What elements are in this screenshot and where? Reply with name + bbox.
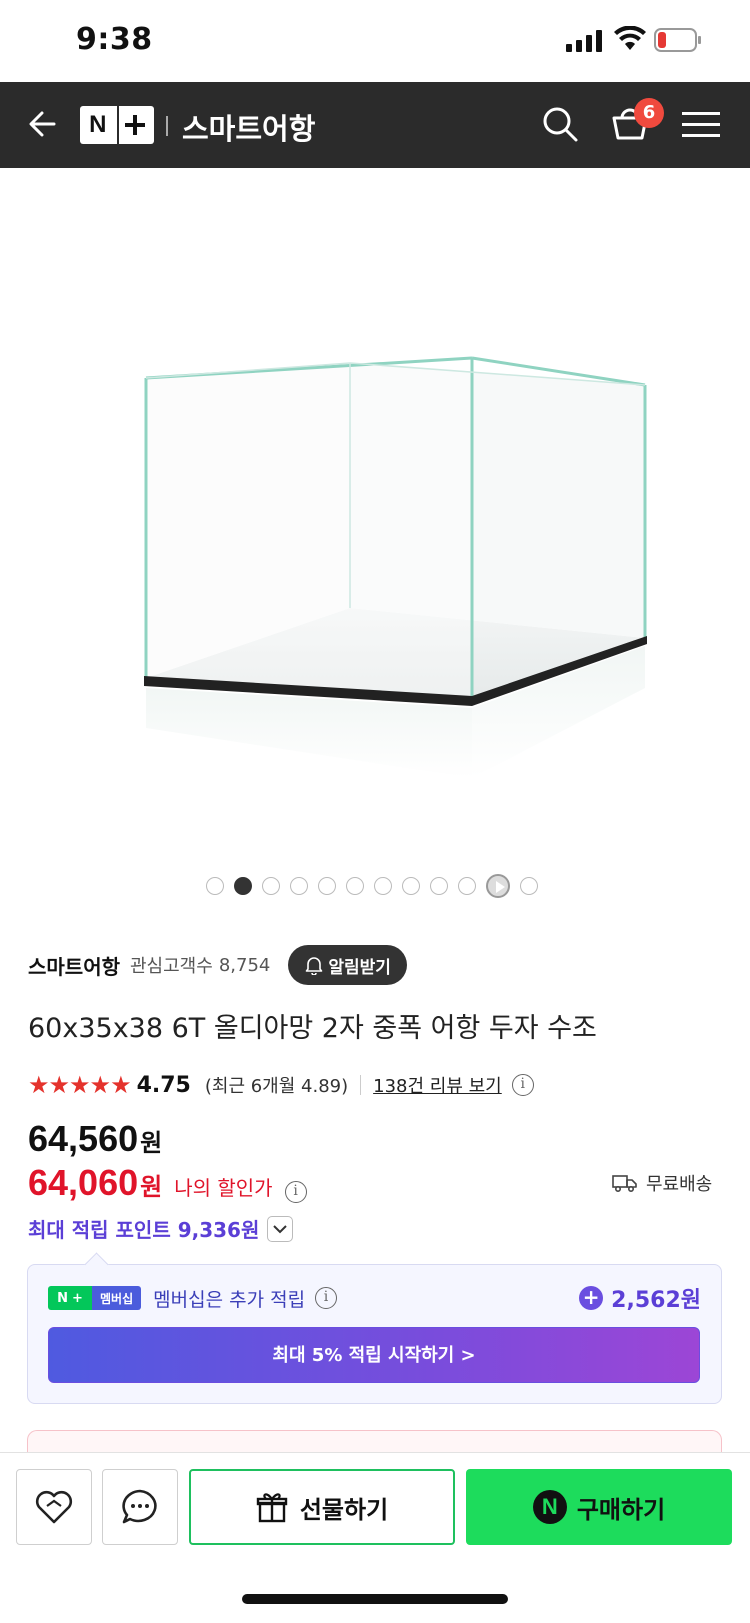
delivery-truck-icon [612, 1175, 637, 1193]
discounted-price: 64,060 원 나의 할인가 i [28, 1162, 307, 1204]
gift-button[interactable]: 선물하기 [189, 1469, 455, 1545]
logo-n: N [89, 111, 107, 138]
naver-plus-membership-badge: N + 멤버십 [48, 1286, 142, 1310]
header-store-name[interactable]: 스마트어항 [182, 106, 315, 148]
hamburger-menu-icon[interactable] [682, 110, 720, 140]
carousel-dot[interactable] [520, 877, 538, 895]
wishlist-button[interactable] [16, 1469, 92, 1545]
chevron-down-icon [273, 1224, 288, 1233]
status-bar: 9:38 [0, 0, 750, 82]
carousel-dot[interactable] [262, 877, 280, 895]
membership-points: 2,562원 [611, 1288, 701, 1313]
image-carousel-indicator [206, 874, 538, 898]
badge-n: N [57, 1290, 68, 1306]
membership-row: N + 멤버십 멤버십은 추가 적립 i + 2,562원 [48, 1283, 701, 1313]
badge-membership-label: 멤버십 [92, 1286, 142, 1310]
carousel-dot[interactable] [206, 877, 224, 895]
discounted-price-value: 64,060 [28, 1162, 139, 1203]
original-price: 64,560 원 [28, 1118, 162, 1160]
rating-row: ★★★★★ 4.75 (최근 6개월 4.89) 138건 리뷰 보기 i [28, 1068, 534, 1102]
product-image[interactable] [0, 168, 750, 858]
expand-points-button[interactable] [267, 1215, 294, 1242]
max-points-label: 최대 적립 포인트 9,336원 [28, 1218, 260, 1242]
gift-box-icon [256, 1493, 288, 1523]
carousel-dot[interactable] [458, 877, 476, 895]
bell-plus-icon [306, 957, 323, 975]
recent-rating: (최근 6개월 4.89) [204, 1076, 349, 1097]
heart-icon [35, 1490, 73, 1524]
rating-divider [360, 1075, 362, 1095]
membership-info-icon[interactable]: i [315, 1287, 338, 1309]
store-name-link[interactable]: 스마트어항 [28, 951, 120, 980]
store-info-row: 스마트어항 관심고객수 8,754 알림받기 [28, 944, 407, 986]
cellular-signal-icon [566, 30, 602, 52]
fans-count: 8,754 [218, 954, 271, 976]
shipping-label: 무료배송 [646, 1174, 713, 1195]
naver-pay-n-icon: N [532, 1490, 567, 1524]
status-time: 9:38 [76, 22, 153, 57]
carousel-dot[interactable] [430, 877, 448, 895]
carousel-dot[interactable] [374, 877, 392, 895]
home-indicator [242, 1594, 508, 1604]
gift-label: 선물하기 [299, 1495, 389, 1524]
original-price-value: 64,560 [28, 1118, 139, 1159]
cart-count-badge: 6 [634, 98, 664, 128]
carousel-dot-active[interactable] [234, 877, 252, 895]
plus-circle-icon: + [579, 1286, 604, 1310]
buy-label: 구매하기 [576, 1495, 666, 1524]
discounted-price-unit: 원 [140, 1173, 163, 1201]
carousel-dot[interactable] [318, 877, 336, 895]
carousel-dot[interactable] [346, 877, 364, 895]
max-points-row[interactable]: 최대 적립 포인트 9,336원 [28, 1214, 294, 1243]
chat-bubble-icon [122, 1489, 157, 1524]
carousel-video-dot-icon[interactable] [486, 874, 510, 898]
info-icon[interactable]: i [511, 1074, 534, 1096]
carousel-dot[interactable] [290, 877, 308, 895]
badge-plus-icon: + [71, 1290, 83, 1306]
back-arrow-icon[interactable] [24, 104, 64, 144]
original-price-unit: 원 [140, 1129, 163, 1157]
star-rating-icon: ★★★★★ [28, 1071, 132, 1099]
membership-start-button[interactable]: 최대 5% 적립 시작하기 > [48, 1327, 700, 1383]
header-divider [166, 116, 168, 136]
my-discount-label: 나의 할인가 [174, 1176, 273, 1200]
naver-plus-logo[interactable]: N [80, 106, 154, 144]
buy-button[interactable]: N 구매하기 [466, 1469, 732, 1545]
carousel-dot[interactable] [402, 877, 420, 895]
shipping-info: 무료배송 [612, 1170, 712, 1196]
search-icon[interactable] [540, 104, 580, 144]
membership-box: N + 멤버십 멤버십은 추가 적립 i + 2,562원 최대 5% 적립 시작… [27, 1264, 722, 1404]
plus-icon [124, 115, 145, 135]
review-link[interactable]: 138건 리뷰 보기 [373, 1072, 502, 1098]
rating-score: 4.75 [136, 1072, 191, 1098]
fans-label: 관심고객수 [130, 956, 213, 977]
alarm-label: 알림받기 [328, 957, 391, 978]
top-nav-bar: N 스마트어항 6 [0, 82, 750, 168]
membership-text: 멤버십은 추가 적립 [153, 1288, 306, 1311]
chat-inquiry-button[interactable] [102, 1469, 178, 1545]
discount-info-icon[interactable]: i [284, 1181, 307, 1203]
battery-low-icon [654, 28, 701, 52]
wifi-icon [614, 26, 646, 50]
alarm-subscribe-button[interactable]: 알림받기 [288, 945, 407, 985]
product-title: 60x35x38 6T 올디아망 2자 중폭 어항 두자 수조 [28, 1013, 597, 1044]
